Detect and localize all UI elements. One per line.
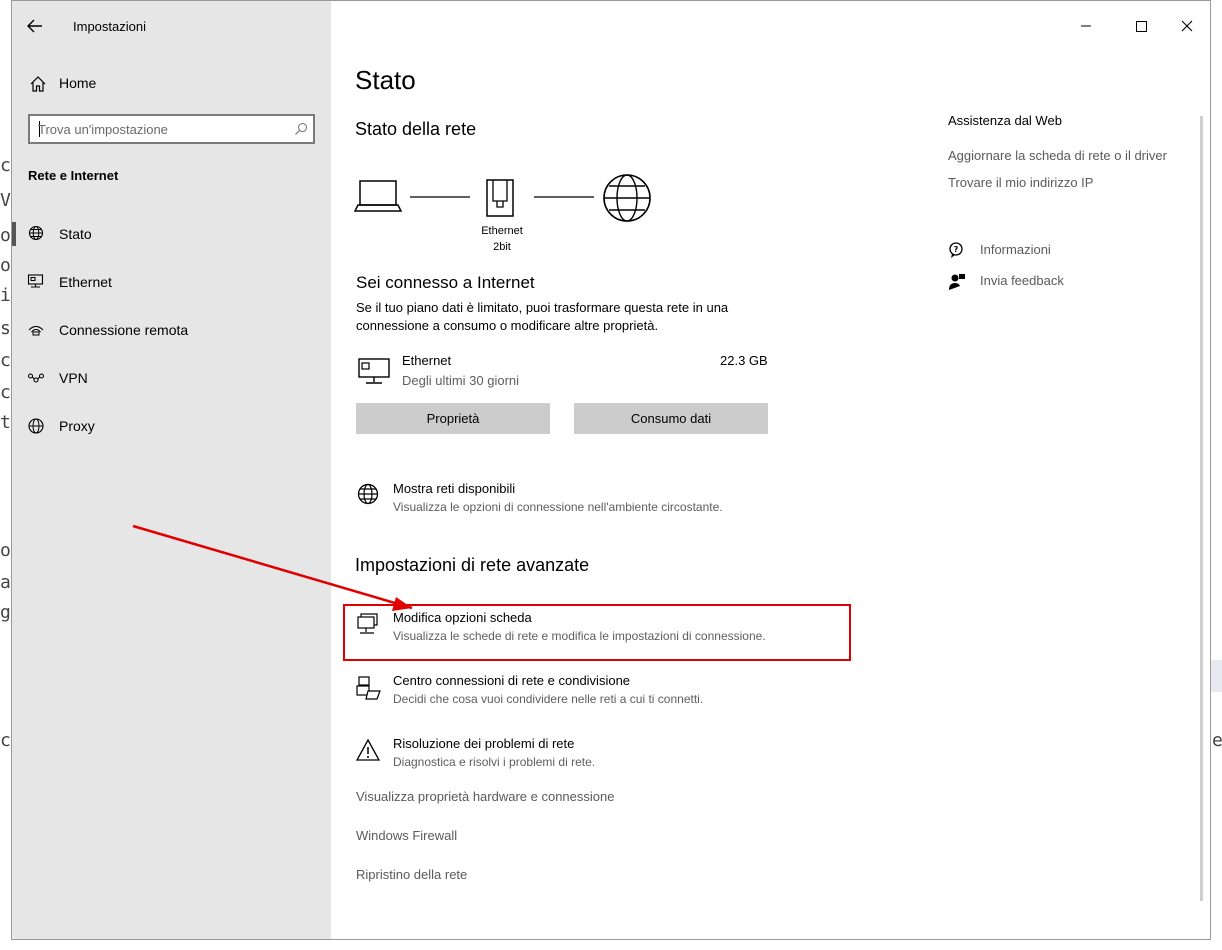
background-text: av xyxy=(0,572,11,593)
background-text: V xyxy=(0,190,11,211)
background-text: ol xyxy=(0,255,11,276)
background-text: ol xyxy=(0,225,11,246)
background-window-left: ca V ol ol i st cc ce t ol av go ca xyxy=(0,0,11,950)
background-text: t xyxy=(0,412,11,433)
background-text: ca xyxy=(0,730,11,751)
background-text: i xyxy=(0,285,11,306)
background-text: ca xyxy=(0,155,11,176)
background-text: ol xyxy=(0,540,11,561)
background-text: ce xyxy=(0,382,11,403)
settings-window: Impostazioni Home Rete e Internet Stato xyxy=(11,0,1211,940)
background-text: cc xyxy=(0,350,11,371)
background-text: go xyxy=(0,602,11,623)
background-text: st xyxy=(0,318,11,339)
background-text: e1 xyxy=(1212,730,1222,751)
annotation-arrow xyxy=(132,524,413,611)
background-window-right: e1 xyxy=(1212,0,1222,950)
